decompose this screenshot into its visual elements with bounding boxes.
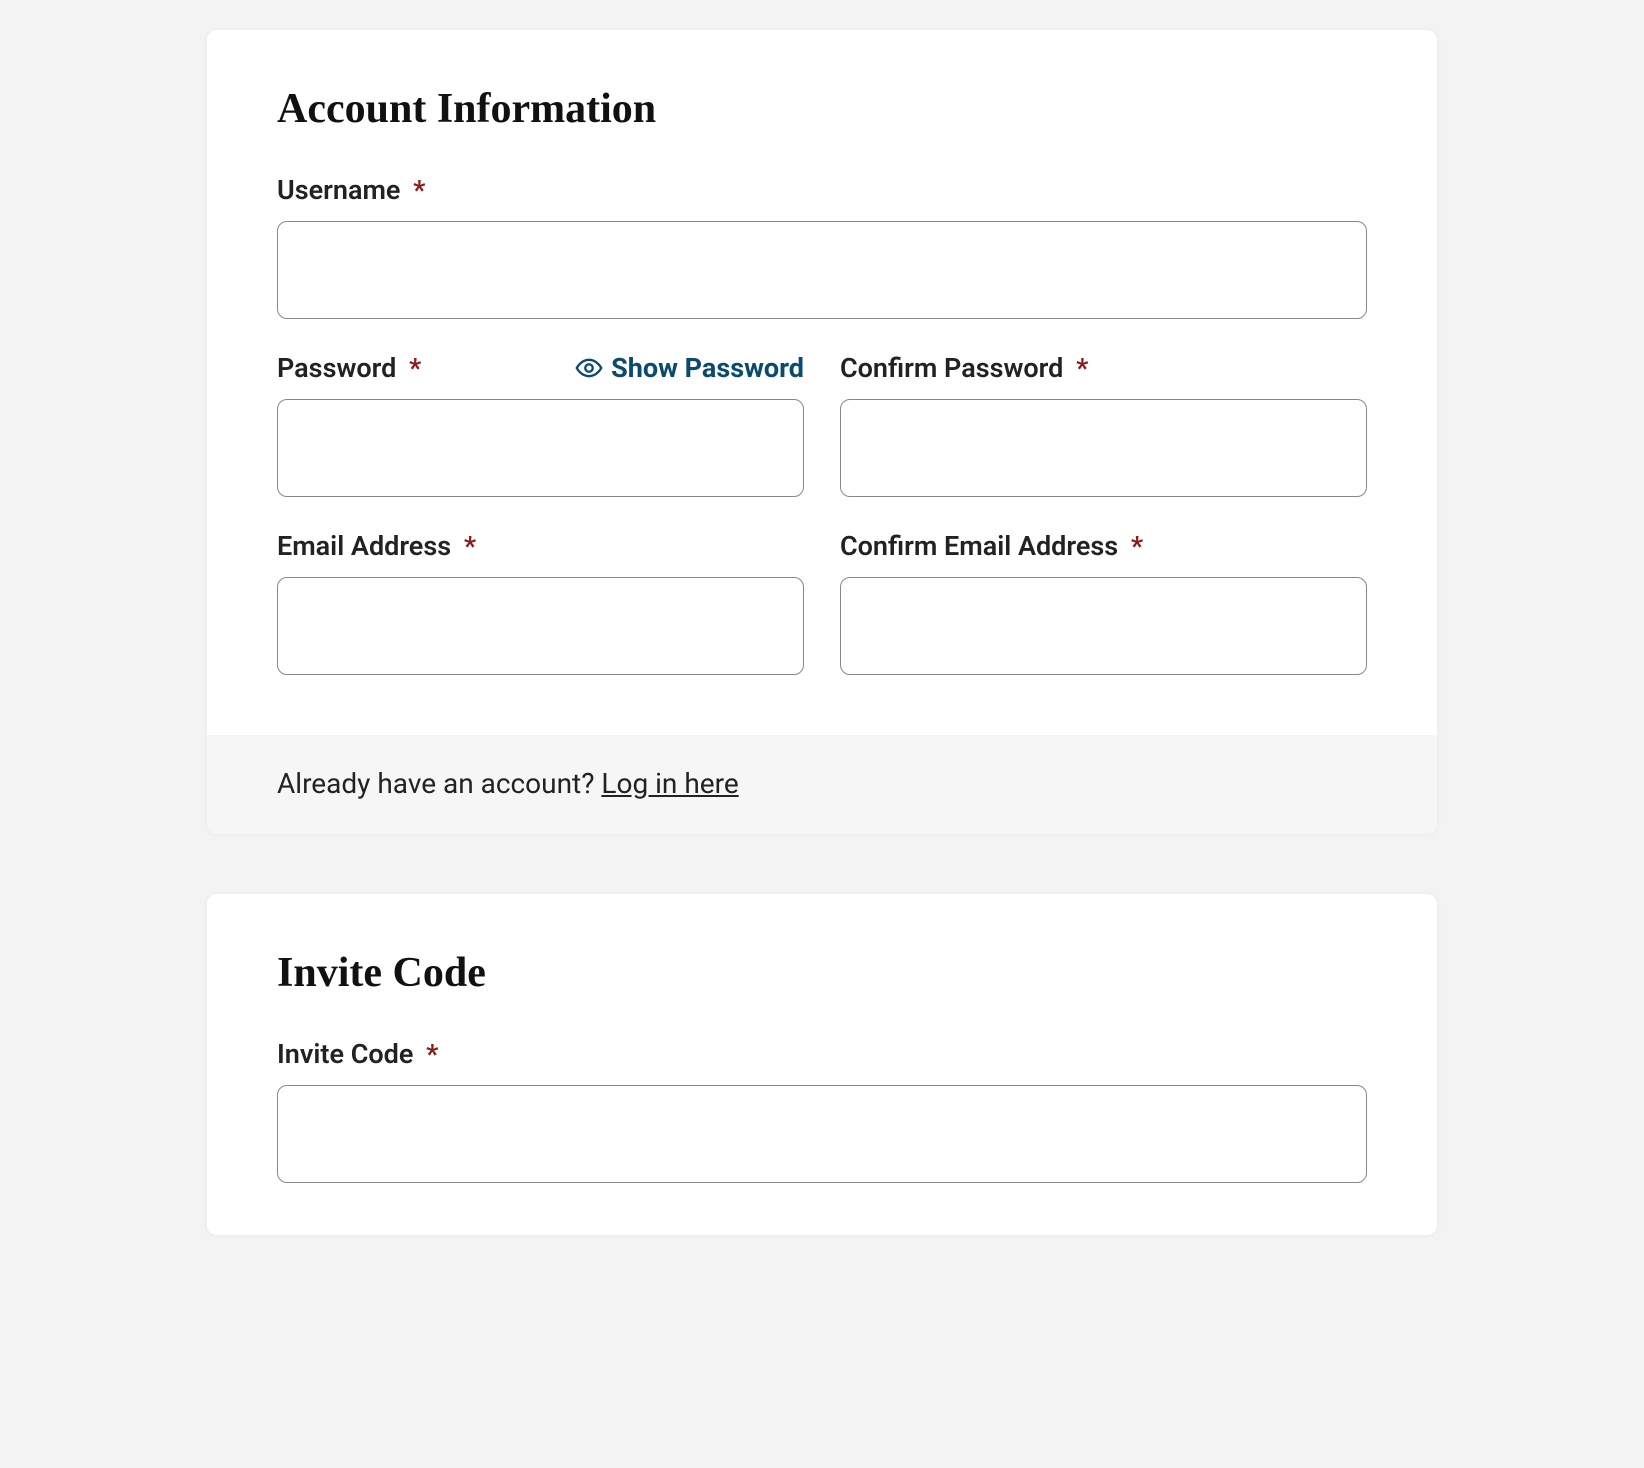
confirm-password-label: Confirm Password *: [840, 352, 1088, 384]
username-input[interactable]: [277, 221, 1367, 319]
required-marker: *: [426, 1038, 438, 1070]
required-marker: *: [1076, 352, 1088, 384]
confirm-email-input[interactable]: [840, 577, 1367, 675]
invite-code-card: Invite Code Invite Code *: [207, 894, 1437, 1235]
show-password-toggle[interactable]: Show Password: [575, 352, 804, 384]
password-label: Password *: [277, 352, 421, 384]
invite-code-field-group: Invite Code *: [277, 1037, 1367, 1183]
email-input[interactable]: [277, 577, 804, 675]
invite-code-label: Invite Code *: [277, 1038, 438, 1070]
confirm-email-label: Confirm Email Address *: [840, 530, 1143, 562]
confirm-password-field-group: Confirm Password *: [840, 351, 1367, 497]
password-field-group: Password * Show Password: [277, 351, 804, 497]
password-input[interactable]: [277, 399, 804, 497]
required-marker: *: [409, 352, 421, 384]
required-marker: *: [1131, 530, 1143, 562]
show-password-toggle-label: Show Password: [611, 352, 804, 384]
account-info-card: Account Information Username * Password …: [207, 30, 1437, 834]
confirm-email-field-group: Confirm Email Address *: [840, 529, 1367, 675]
email-label: Email Address *: [277, 530, 476, 562]
login-prompt-prefix: Already have an account?: [277, 767, 601, 800]
confirm-password-input[interactable]: [840, 399, 1367, 497]
email-field-group: Email Address *: [277, 529, 804, 675]
account-card-footer: Already have an account? Log in here: [207, 735, 1437, 834]
eye-icon: [575, 354, 603, 382]
username-label: Username *: [277, 174, 425, 206]
login-link[interactable]: Log in here: [601, 767, 738, 800]
username-field-group: Username *: [277, 173, 1367, 319]
invite-code-heading: Invite Code: [277, 949, 1367, 997]
required-marker: *: [464, 530, 476, 562]
account-info-heading: Account Information: [277, 85, 1367, 133]
invite-code-input[interactable]: [277, 1085, 1367, 1183]
required-marker: *: [413, 174, 425, 206]
